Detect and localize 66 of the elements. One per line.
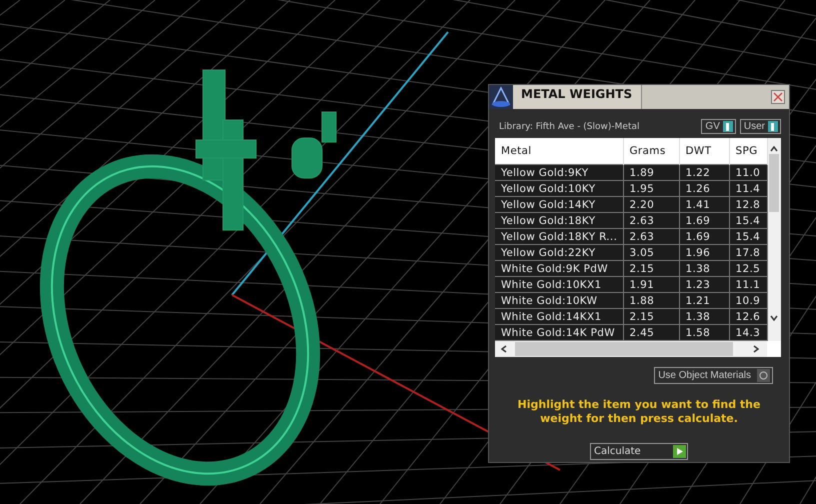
table-cell: 1.58 (679, 324, 729, 340)
table-cell: 3.05 (623, 244, 679, 260)
window-title: METAL WEIGHTS (513, 85, 642, 109)
table-cell: White Gold:9K PdW (495, 260, 623, 276)
instruction-text: Highlight the item you want to find the weight for then press calculate. (516, 398, 762, 427)
down-caret-icon (770, 315, 778, 321)
table-cell: 1.96 (679, 244, 729, 260)
table-cell: 12.8 (729, 196, 767, 212)
table-cell: Yellow Gold:9KY (495, 164, 623, 180)
close-icon (773, 92, 783, 102)
table-cell: White Gold:14KX1 (495, 308, 623, 324)
table-cell: Yellow Gold:10KY (495, 180, 623, 196)
table-cell: 2.45 (623, 324, 679, 340)
table-cell: White Gold:10KW (495, 292, 623, 308)
table-cell: 1.95 (623, 180, 679, 196)
horizontal-scrollbar[interactable] (495, 341, 767, 357)
table-cell: 17.8 (729, 244, 767, 260)
table-cell: 1.41 (679, 196, 729, 212)
table-cell: 2.63 (623, 228, 679, 244)
table-cell: 12.5 (729, 260, 767, 276)
table-cell: 15.4 (729, 228, 767, 244)
table-cell: 14.3 (729, 324, 767, 340)
table-cell: 1.22 (679, 164, 729, 180)
table-cell: Yellow Gold:18KY R... (495, 228, 623, 244)
calculate-button[interactable]: Calculate (590, 442, 688, 460)
table-cell: 2.63 (623, 212, 679, 228)
library-label: Library: Fifth Ave - (Slow)-Metal (499, 122, 640, 132)
table-cell: 1.38 (679, 260, 729, 276)
toggle-button[interactable]: User (740, 119, 781, 134)
table-cell: Yellow Gold:14KY (495, 196, 623, 212)
table-cell: 1.21 (679, 292, 729, 308)
table-cell: 1.69 (679, 212, 729, 228)
up-caret-icon (770, 146, 778, 152)
use-object-materials-toggle[interactable]: Use Object Materials (654, 367, 773, 384)
table-cell: 1.88 (623, 292, 679, 308)
table-cell: 1.38 (679, 308, 729, 324)
table-cell: 1.69 (679, 228, 729, 244)
table-cell: White Gold:14K PdW (495, 324, 623, 340)
table-cell: 1.89 (623, 164, 679, 180)
table-cell: 1.23 (679, 276, 729, 292)
column-header[interactable]: SPG (729, 138, 767, 164)
table-cell: White Gold:10KX1 (495, 276, 623, 292)
close-button[interactable] (771, 90, 785, 104)
table-cell: 1.26 (679, 180, 729, 196)
column-header[interactable]: DWT (679, 138, 729, 164)
scroll-thumb[interactable] (769, 154, 780, 212)
column-header[interactable]: Grams (623, 138, 679, 164)
table-cell: 2.15 (623, 260, 679, 276)
table-cell: Yellow Gold:22KY (495, 244, 623, 260)
scroll-thumb[interactable] (515, 342, 733, 356)
table-cell: 15.4 (729, 212, 767, 228)
toggle-button[interactable]: GV (701, 119, 736, 134)
table-cell: 10.9 (729, 292, 767, 308)
column-header[interactable]: Metal (495, 138, 623, 164)
table-cell: 11.1 (729, 276, 767, 292)
table-cell: 1.91 (623, 276, 679, 292)
table-cell: 12.6 (729, 308, 767, 324)
cone-logo-icon (489, 85, 513, 109)
table-cell: Yellow Gold:18KY (495, 212, 623, 228)
vertical-scrollbar[interactable] (768, 138, 781, 341)
table-cell: 2.20 (623, 196, 679, 212)
table-cell: 11.0 (729, 164, 767, 180)
right-caret-icon (753, 345, 759, 353)
left-caret-icon (501, 345, 507, 353)
table-cell: 11.4 (729, 180, 767, 196)
table-cell: 2.15 (623, 308, 679, 324)
